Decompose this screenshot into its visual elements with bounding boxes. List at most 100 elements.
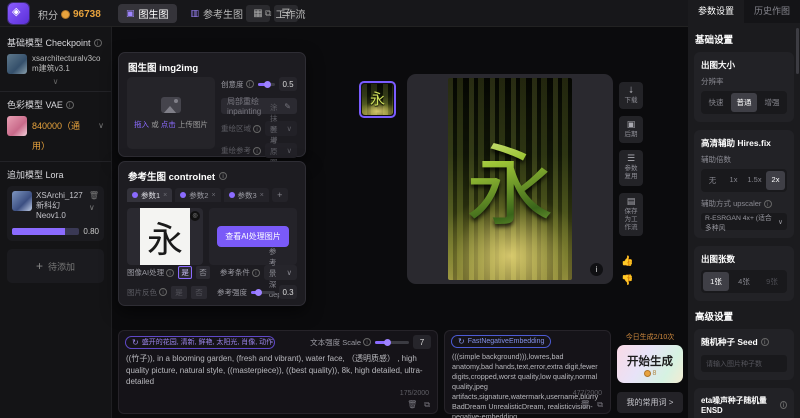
coin-icon: [61, 10, 70, 19]
controlnet-tab-2[interactable]: 参数2×: [175, 188, 220, 202]
batch-4[interactable]: 4张: [731, 272, 757, 291]
generated-glyph: 永: [448, 116, 572, 243]
expand-prompt-icon[interactable]: ⧉: [597, 400, 603, 410]
controlnet-tab-3[interactable]: 参数3×: [224, 188, 269, 202]
denoise-value[interactable]: 0.5: [279, 77, 297, 91]
upscaler-select[interactable]: R-ESRGAN 4x+ (适合多种风∨: [701, 213, 787, 230]
close-icon[interactable]: ×: [211, 192, 215, 199]
settings-body: 基础设置 出图大小 分辨率 快速 普通 增强 高清辅助 Hires.fix 辅助…: [688, 23, 800, 418]
lora-item[interactable]: XSArchi_127新科幻Neov1.0 🗑 ∨ 0.80: [7, 186, 104, 241]
prompt-tags-pill[interactable]: ↻ 盛开的花园, 清新, 鲜艳, 太阳光, 肖像, 动作, 最佳质量: [125, 336, 275, 349]
tab-history[interactable]: 历史作图: [744, 0, 800, 23]
tab-img2img[interactable]: ▣ 图生图: [118, 4, 177, 23]
info-icon[interactable]: i: [252, 269, 260, 277]
add-lora-button[interactable]: + 待添加: [7, 249, 104, 283]
settings-tabs: 参数设置 历史作图: [688, 0, 800, 23]
info-icon[interactable]: i: [761, 338, 769, 346]
controlnet-reference-image[interactable]: 永 ◎: [127, 208, 203, 265]
lora-section-label: 追加模型 Lora: [7, 168, 104, 181]
strength-slider[interactable]: [251, 291, 275, 294]
info-icon[interactable]: i: [363, 338, 371, 346]
hires-2x[interactable]: 2x: [766, 171, 785, 190]
inpaint-area-label: 重绘区域i: [221, 123, 261, 134]
view-processed-button[interactable]: 查看AI处理图片: [217, 226, 289, 247]
save-icon: ▤: [627, 197, 636, 206]
resolution-fast[interactable]: 快速: [703, 93, 729, 112]
invert-no-button[interactable]: 否: [191, 286, 207, 299]
result-thumbnail[interactable]: 永: [359, 81, 396, 118]
negative-prompt-box: ↻ FastNegativeEmbedding (((simple backgr…: [444, 330, 611, 414]
image-upload-dropzone[interactable]: 拖入 或 点击 上传图片: [127, 77, 215, 149]
inpaint-ref-select[interactable]: 参考原图 or∨: [265, 143, 297, 158]
vae-selector[interactable]: 840000（通用） ∨: [7, 116, 104, 156]
clear-prompt-icon[interactable]: 🗑: [407, 400, 417, 410]
hires-1x[interactable]: 1x: [724, 171, 743, 190]
app-logo[interactable]: [8, 3, 29, 24]
generate-button[interactable]: 开始生成 8: [617, 345, 683, 383]
resolution-normal[interactable]: 普通: [731, 93, 757, 112]
close-icon[interactable]: ×: [163, 192, 167, 199]
download-button[interactable]: ⭣ 下载: [619, 82, 643, 109]
checkpoint-item[interactable]: xsarchitecturalv3com建筑v3.1: [7, 54, 104, 74]
strength-label: 参考强度: [217, 287, 247, 298]
unit-icon: [229, 192, 235, 198]
hires-1-5x[interactable]: 1.5x: [745, 171, 764, 190]
tab-workflow[interactable]: ⧉ 工作流: [257, 4, 313, 23]
generated-image[interactable]: 永: [448, 78, 572, 280]
target-icon[interactable]: ◎: [190, 211, 200, 221]
info-icon[interactable]: i: [66, 101, 74, 109]
clear-prompt-icon[interactable]: 🗑: [580, 400, 590, 410]
denoise-slider[interactable]: [258, 83, 276, 86]
batch-1[interactable]: 1张: [703, 272, 729, 291]
controlnet-tab-1[interactable]: 参数1×: [127, 188, 172, 202]
ai-process-yes-button[interactable]: 是: [178, 266, 192, 279]
resolution-label: 分辨率: [701, 76, 787, 87]
condition-select[interactable]: 参考景深 dept∨: [264, 265, 297, 280]
thumbs-up-icon[interactable]: 👍: [621, 256, 633, 267]
close-icon[interactable]: ×: [260, 192, 264, 199]
info-icon[interactable]: i: [159, 288, 167, 296]
seed-input[interactable]: [701, 355, 787, 372]
resolution-enhanced[interactable]: 增强: [759, 93, 785, 112]
tab-parameters[interactable]: 参数设置: [688, 0, 744, 23]
favorite-words-button[interactable]: 我的常用词 >: [617, 392, 683, 413]
tab-reference-gen[interactable]: ▥ 参考生图: [183, 4, 252, 23]
chevron-down-icon[interactable]: ∨: [89, 203, 99, 212]
ai-process-no-button[interactable]: 否: [196, 266, 210, 279]
info-icon[interactable]: i: [94, 39, 102, 47]
inpainting-button[interactable]: 局部重绘 inpainting✎: [221, 98, 297, 114]
info-icon[interactable]: i: [219, 172, 227, 180]
strength-value[interactable]: 0.3: [279, 285, 297, 299]
invert-yes-button[interactable]: 是: [171, 286, 187, 299]
settings-panel: 参数设置 历史作图 基础设置 出图大小 分辨率 快速 普通 增强 高清辅助 Hi…: [688, 0, 800, 418]
save-workflow-button[interactable]: ▤ 保存为工作流: [619, 193, 643, 236]
scrollbar-thumb[interactable]: [796, 28, 799, 74]
cfg-scale-value[interactable]: 7: [413, 335, 431, 349]
controlnet-panel-title[interactable]: 参考生图 controlneti: [119, 162, 305, 188]
positive-prompt-input[interactable]: ((竹子)), in a blooming garden, (fresh and…: [119, 351, 437, 390]
checkpoint-collapse-chevron[interactable]: ∨: [7, 77, 104, 86]
points-display[interactable]: 积分 96738: [38, 7, 101, 22]
delete-icon[interactable]: 🗑: [89, 191, 99, 200]
hires-none[interactable]: 无: [703, 171, 722, 190]
batch-9[interactable]: 9张: [759, 272, 785, 291]
img2img-panel-title[interactable]: 图生图 img2img: [119, 53, 305, 79]
reference-glyph: 永: [147, 211, 183, 263]
add-controlnet-tab-button[interactable]: +: [272, 188, 288, 202]
lora-weight-slider[interactable]: [12, 228, 79, 235]
reuse-params-button[interactable]: ☰ 参数复用: [619, 150, 643, 185]
negative-embedding-pill[interactable]: ↻ FastNegativeEmbedding: [451, 335, 551, 348]
info-icon[interactable]: i: [166, 269, 174, 277]
info-icon[interactable]: i: [253, 125, 261, 133]
image-info-icon[interactable]: i: [590, 263, 603, 276]
resolution-segmented: 快速 普通 增强: [701, 91, 787, 114]
info-icon[interactable]: i: [780, 401, 787, 409]
expand-prompt-icon[interactable]: ⧉: [424, 400, 430, 410]
post-process-button[interactable]: ▣ 后期: [619, 116, 643, 143]
info-icon[interactable]: i: [253, 147, 261, 155]
checkpoint-name: xsarchitecturalv3com建筑v3.1: [32, 54, 104, 74]
cfg-scale-slider[interactable]: [375, 341, 409, 344]
info-icon[interactable]: i: [246, 80, 254, 88]
info-icon[interactable]: i: [764, 200, 772, 208]
thumbs-down-icon[interactable]: 👎: [621, 275, 633, 286]
